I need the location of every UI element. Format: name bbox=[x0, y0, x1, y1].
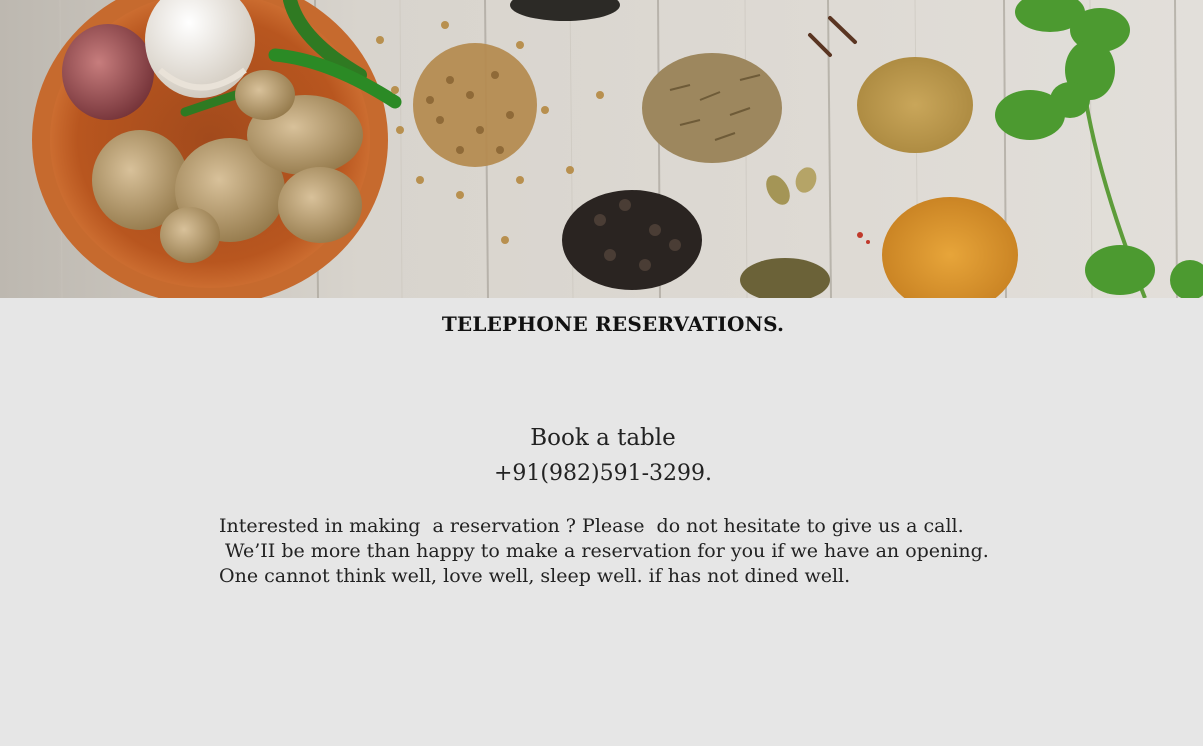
hero-image bbox=[0, 0, 1203, 298]
reservation-description: Interested in making a reservation ? Ple… bbox=[219, 514, 1019, 589]
spices-photo bbox=[0, 0, 1203, 298]
description-line: We’II be more than happy to make a reser… bbox=[219, 540, 989, 562]
book-table-label: Book a table bbox=[530, 425, 676, 451]
section-title: TELEPHONE RESERVATIONS. bbox=[441, 312, 785, 336]
description-line: One cannot think well, love well, sleep … bbox=[219, 565, 851, 587]
reservations-page: TELEPHONE RESERVATIONS. Book a table +91… bbox=[0, 0, 1203, 746]
description-line: Interested in making a reservation ? Ple… bbox=[219, 515, 964, 537]
booking-block: Book a table +91(982)591-3299. bbox=[0, 420, 1203, 492]
phone-number-link[interactable]: +91(982)591-3299. bbox=[0, 456, 1203, 492]
